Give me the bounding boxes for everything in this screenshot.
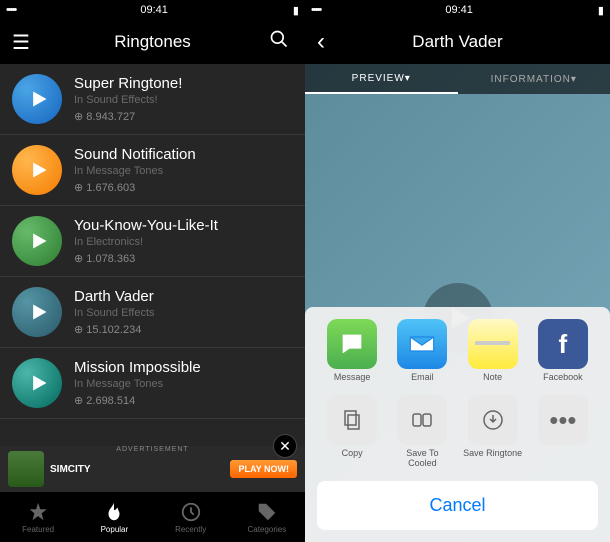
ringtone-list: Super Ringtone! In Sound Effects! ⊕ 8.94… [0,64,305,446]
download-icon [468,395,518,445]
tab-bar: Featured Popular Recently Categories [0,492,305,542]
list-item[interactable]: You-Know-You-Like-It In Electronics! ⊕ 1… [0,206,305,277]
signal-icon: ••••• [311,4,320,16]
share-more[interactable]: ••• [533,395,593,469]
share-save-ringtone[interactable]: Save Ringtone [463,395,523,469]
page-title: Ringtones [36,32,269,52]
share-sheet: Message Email Note f Facebook [305,307,610,542]
nav-bar: ‹ Darth Vader [305,20,610,64]
status-bar: ••••• 09:41 ▮ [0,0,305,20]
item-category: In Message Tones [74,165,293,177]
status-time: 09:41 [445,4,473,16]
tag-icon [256,501,278,523]
list-item[interactable]: Sound Notification In Message Tones ⊕ 1.… [0,135,305,206]
share-facebook[interactable]: f Facebook [533,319,593,383]
list-item[interactable]: Super Ringtone! In Sound Effects! ⊕ 8.94… [0,64,305,135]
ad-play-button[interactable]: PLAY NOW! [230,460,297,478]
item-category: In Sound Effects! [74,94,293,106]
search-icon[interactable] [269,29,293,55]
battery-icon: ▮ [598,4,604,17]
ad-title: SIMCITY [50,464,91,475]
item-title: Mission Impossible [74,359,293,376]
clock-icon [180,501,202,523]
mail-icon [397,319,447,369]
share-note[interactable]: Note [463,319,523,383]
more-icon: ••• [538,395,588,445]
cancel-button[interactable]: Cancel [317,481,598,530]
item-title: Sound Notification [74,146,293,163]
nav-bar: ☰ Ringtones [0,20,305,64]
item-category: In Electronics! [74,236,293,248]
tab-categories[interactable]: Categories [229,492,305,542]
play-icon[interactable] [12,358,62,408]
close-icon[interactable]: ✕ [273,434,297,458]
battery-icon: ▮ [293,4,299,17]
signal-icon: ••••• [6,4,15,16]
list-item[interactable]: Mission Impossible In Message Tones ⊕ 2.… [0,348,305,419]
tab-label: Categories [248,525,287,534]
share-copy[interactable]: Copy [322,395,382,469]
share-message[interactable]: Message [322,319,382,383]
item-category: In Sound Effects [74,307,293,319]
play-icon[interactable] [12,74,62,124]
item-category: In Message Tones [74,378,293,390]
tab-preview[interactable]: PREVIEW▾ [305,64,458,94]
item-title: You-Know-You-Like-It [74,217,293,234]
play-icon[interactable] [12,287,62,337]
menu-icon[interactable]: ☰ [12,30,36,55]
right-screen: ••••• 09:41 ▮ ‹ Darth Vader PREVIEW▾ INF… [305,0,610,542]
play-icon[interactable] [12,216,62,266]
share-label: Message [334,373,371,383]
item-downloads: ⊕ 1.676.603 [74,181,293,194]
tab-popular[interactable]: Popular [76,492,152,542]
item-title: Super Ringtone! [74,75,293,92]
ad-banner[interactable]: ADVERTISEMENT ✕ SIMCITY PLAY NOW! [0,446,305,492]
status-bar: ••••• 09:41 ▮ [305,0,610,20]
back-icon[interactable]: ‹ [317,28,337,56]
flame-icon [103,501,125,523]
tab-information[interactable]: INFORMATION▾ [458,64,610,94]
item-title: Darth Vader [74,288,293,305]
page-title: Darth Vader [337,32,578,52]
copy-icon [327,395,377,445]
message-icon [327,319,377,369]
share-label: Email [411,373,434,383]
tab-label: Featured [22,525,54,534]
share-save-cooled[interactable]: Save To Cooled [392,395,452,469]
share-label: Copy [342,449,363,459]
left-screen: ••••• 09:41 ▮ ☰ Ringtones Super Ringtone… [0,0,305,542]
play-icon[interactable] [12,145,62,195]
ad-label: ADVERTISEMENT [116,446,188,453]
tab-label: Popular [101,525,129,534]
ad-thumbnail [8,451,44,487]
share-email[interactable]: Email [392,319,452,383]
folder-icon [397,395,447,445]
share-label: Note [483,373,502,383]
facebook-icon: f [538,319,588,369]
star-icon [27,501,49,523]
item-downloads: ⊕ 8.943.727 [74,110,293,123]
note-icon [468,319,518,369]
item-downloads: ⊕ 2.698.514 [74,394,293,407]
list-item[interactable]: Darth Vader In Sound Effects ⊕ 15.102.23… [0,277,305,348]
item-downloads: ⊕ 1.078.363 [74,252,293,265]
tab-label: Recently [175,525,206,534]
tab-recently[interactable]: Recently [153,492,229,542]
sub-tabs: PREVIEW▾ INFORMATION▾ [305,64,610,94]
share-label: Save Ringtone [463,449,522,459]
status-time: 09:41 [140,4,168,16]
tab-featured[interactable]: Featured [0,492,76,542]
share-label: Facebook [543,373,583,383]
share-label: Save To Cooled [392,449,452,469]
item-downloads: ⊕ 15.102.234 [74,323,293,336]
